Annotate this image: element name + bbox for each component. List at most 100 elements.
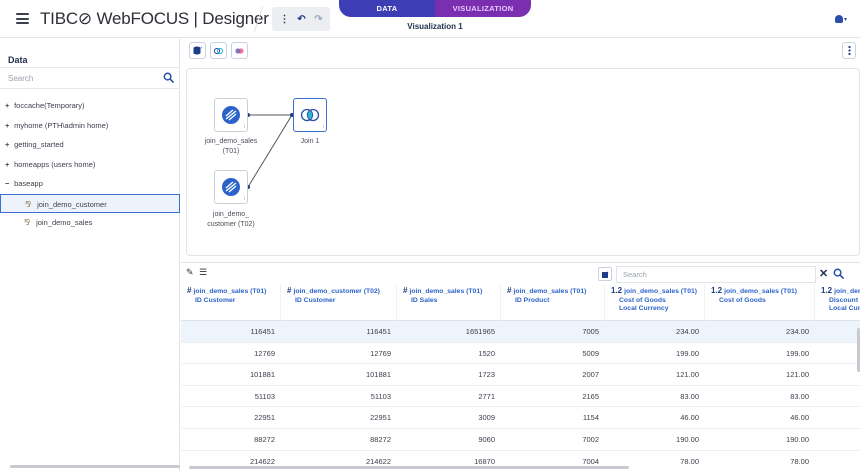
column-header[interactable]: # join_demo_sales (T01) ID Product: [501, 284, 605, 321]
data-source-icon: [222, 106, 240, 124]
tree-item-baseapp[interactable]: − baseapp: [0, 174, 180, 194]
column-header[interactable]: 1.2 join_demo_sales (T01) Cost of Goods Loc…: [605, 284, 705, 321]
table-cell: 7005: [582, 327, 599, 336]
union-icon: [235, 48, 244, 54]
table-cell: 121.00: [676, 370, 699, 380]
tree-item-join-demo-customer[interactable]: ⅋ join_demo_customer: [0, 193, 180, 213]
user-menu-button[interactable]: ▾: [830, 12, 852, 26]
data-preview-grid: # join_demo_sales (T01) ID Customer # join_d…: [181, 284, 860, 471]
table-cell: 190.00: [676, 434, 699, 444]
list-icon[interactable]: ☰: [199, 267, 207, 277]
tree-item-foccache[interactable]: + foccache(Temporary): [0, 96, 180, 116]
table-cell: [815, 451, 860, 471]
add-union-button[interactable]: [231, 42, 248, 59]
column-source: join_demo_: [834, 288, 860, 295]
tab-visualization[interactable]: VISUALIZATION: [435, 0, 531, 17]
table-cell: 9060: [478, 434, 495, 444]
table-cell: [815, 407, 860, 429]
column-header[interactable]: # join_demo_sales (T01) ID Sales: [397, 284, 501, 321]
table-cell: 22951: [370, 413, 391, 423]
column-field: ID Product: [515, 296, 550, 304]
table-row[interactable]: 51103 51103 2771 2165 83.00 83.00: [181, 386, 860, 408]
tree-item-myhome[interactable]: + myhome (PTH\admin home): [0, 116, 180, 136]
column-source: join_demo_sales (T01): [193, 288, 267, 295]
table-row[interactable]: 22951 22951 3009 1154 46.00 46.00: [181, 407, 860, 429]
tree-item-label: baseapp: [14, 179, 43, 188]
field-type-icon: 1.2: [711, 286, 723, 295]
more-options-icon[interactable]: ⋮: [277, 10, 292, 28]
tree-item-label: myhome (PTH\admin home): [14, 120, 109, 130]
table-cell: 88272: [370, 434, 391, 444]
expand-icon: +: [5, 159, 10, 169]
search-icon[interactable]: [833, 268, 844, 279]
table-cell: 7002: [582, 434, 599, 444]
svg-text:+: +: [606, 270, 609, 275]
tree-item-join-demo-sales[interactable]: ⅋ join_demo_sales: [0, 213, 180, 233]
node-label-customer: join_demo_ customer (T02): [207, 211, 255, 228]
column-source: join_demo_sales (T01): [409, 288, 483, 295]
database-add-icon: +: [193, 45, 203, 55]
table-row[interactable]: 88272 88272 9060 7002 190.00 190.00: [181, 429, 860, 451]
data-panel: Data + foccache(Temporary) + myhome (PTH…: [0, 39, 180, 471]
grid-body: 116451 116451 1651965 7005 234.00 234.00 12769…: [181, 321, 860, 471]
column-header[interactable]: 1.2join_demo_DiscountLocal Curre: [815, 284, 860, 321]
horizontal-scrollbar[interactable]: [189, 466, 629, 469]
table-cell: 12769: [370, 348, 391, 358]
mode-tabs: DATA VISUALIZATION: [339, 0, 531, 17]
column-field: ID Customer: [295, 296, 336, 304]
table-row[interactable]: 12769 12769 1520 5009 199.00 199.00: [181, 343, 860, 365]
add-join-button[interactable]: [210, 42, 227, 59]
undo-icon[interactable]: ↶: [294, 10, 309, 28]
redo-icon[interactable]: ↷: [311, 10, 326, 28]
node-label-join: Join 1: [300, 138, 320, 145]
table-cell: 83.00: [790, 391, 809, 401]
expand-icon: +: [5, 140, 10, 149]
data-search-input[interactable]: [0, 68, 160, 88]
join-canvas[interactable]: i join_demo_sales (T01) i Join 1 i join_…: [186, 68, 860, 256]
canvas-toolbar: +: [181, 39, 860, 65]
column-field: ID Customer: [195, 296, 236, 304]
table-cell: 2007: [582, 370, 599, 380]
join-node[interactable]: i: [293, 98, 327, 132]
column-source: join_demo_sales (T01): [624, 288, 698, 295]
table-cell: 190.00: [786, 434, 809, 444]
column-header[interactable]: # join_demo_customer (T02) ID Customer: [281, 284, 397, 321]
clear-search-icon[interactable]: ✕: [819, 267, 828, 280]
preview-toolbar: ✎ ☰ + ✕: [181, 262, 860, 284]
join-icon: [213, 47, 224, 55]
table-row[interactable]: 101881 101881 1723 2007 121.00 121.00: [181, 364, 860, 386]
table-cell: [815, 364, 860, 386]
column-header[interactable]: # join_demo_sales (T01) ID Customer: [181, 284, 281, 321]
table-row[interactable]: 116451 116451 1651965 7005 234.00 234.00: [181, 321, 860, 343]
column-source: join_demo_sales (T01): [513, 288, 587, 295]
data-source-node-customer[interactable]: i: [214, 170, 248, 204]
add-data-source-button[interactable]: +: [189, 42, 206, 59]
tab-data[interactable]: DATA: [339, 0, 435, 17]
search-icon[interactable]: [163, 72, 174, 83]
field-type-icon: 1.2: [611, 286, 623, 295]
horizontal-scrollbar[interactable]: [10, 465, 180, 468]
canvas-more-button[interactable]: [842, 42, 856, 59]
info-icon: i: [243, 196, 245, 202]
tree-item-homeapps[interactable]: + homeapps (users home): [0, 155, 180, 175]
preview-tools: ✎ ☰: [186, 267, 210, 278]
table-cell: [815, 386, 860, 408]
data-source-node-sales[interactable]: i: [214, 98, 248, 132]
tree-item-label: getting_started: [14, 140, 64, 149]
table-cell: 51103: [370, 391, 391, 401]
table-cell: 234.00: [676, 327, 699, 336]
table-cell: 1154: [582, 413, 599, 423]
column-header[interactable]: 1.2 join_demo_sales (T01) Cost of Goods: [705, 284, 815, 321]
field-type-icon: #: [507, 286, 512, 295]
column-field: ID Sales: [411, 296, 438, 304]
join-connectors: [246, 113, 294, 189]
hamburger-menu-icon[interactable]: [16, 13, 29, 24]
history-toolbar: ⋮ ↶ ↷: [272, 7, 330, 31]
table-cell: 78.00: [790, 456, 809, 466]
preview-search-input[interactable]: [616, 266, 816, 283]
grid-header: # join_demo_sales (T01) ID Customer # join_d…: [181, 284, 860, 321]
edit-icon[interactable]: ✎: [186, 267, 194, 277]
app-brand: TIBC⊘ WebFOCUS | Designer: [40, 9, 269, 28]
tree-item-getting-started[interactable]: + getting_started: [0, 135, 180, 155]
field-list-button[interactable]: +: [598, 267, 612, 281]
